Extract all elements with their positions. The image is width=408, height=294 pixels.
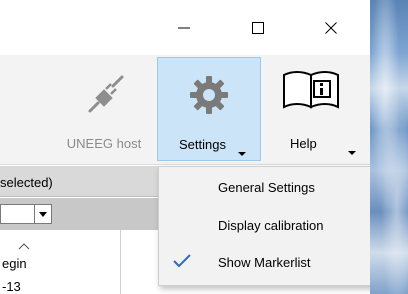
menu-item-label: Show Markerlist bbox=[218, 255, 311, 270]
maximize-icon bbox=[252, 22, 264, 34]
sort-ascending-icon bbox=[18, 243, 30, 250]
uneeg-host-button[interactable]: UNEEG host bbox=[54, 57, 154, 161]
close-button[interactable] bbox=[309, 8, 353, 48]
help-button[interactable]: Help bbox=[268, 57, 368, 161]
panel-header: selected) bbox=[0, 166, 165, 197]
menu-item-label: General Settings bbox=[218, 180, 315, 195]
settings-dropdown-arrow bbox=[238, 152, 246, 156]
settings-label: Settings bbox=[179, 137, 226, 152]
combobox-dropdown-button[interactable] bbox=[34, 205, 51, 223]
title-bar bbox=[0, 0, 370, 55]
chevron-down-icon bbox=[39, 211, 47, 217]
minimize-button[interactable] bbox=[162, 8, 206, 48]
gear-icon bbox=[190, 76, 228, 114]
column-divider[interactable] bbox=[120, 230, 121, 294]
menu-item-general-settings[interactable]: General Settings bbox=[159, 169, 370, 205]
filter-combobox[interactable] bbox=[0, 204, 52, 224]
begin-column-header[interactable]: egin bbox=[2, 256, 27, 271]
minimize-icon bbox=[178, 27, 190, 29]
desktop-background bbox=[370, 0, 408, 294]
settings-dropdown-menu: General Settings Display calibration Sho… bbox=[158, 166, 370, 286]
list-cell: -13 bbox=[2, 279, 21, 294]
menu-item-label: Display calibration bbox=[218, 218, 324, 233]
settings-button[interactable]: Settings bbox=[157, 57, 261, 161]
panel-header-text: selected) bbox=[0, 175, 53, 190]
help-dropdown-arrow bbox=[348, 151, 356, 155]
close-icon bbox=[325, 22, 337, 34]
menu-item-display-calibration[interactable]: Display calibration bbox=[159, 207, 370, 243]
maximize-button[interactable] bbox=[236, 8, 280, 48]
unplugged-icon bbox=[88, 75, 124, 113]
menu-item-show-markerlist[interactable]: Show Markerlist bbox=[159, 244, 370, 280]
checkmark-icon bbox=[173, 254, 191, 268]
ribbon-toolbar: UNEEG host Settings Help bbox=[0, 55, 370, 165]
application-window: UNEEG host Settings Help selected) egin … bbox=[0, 0, 370, 294]
uneeg-host-label: UNEEG host bbox=[66, 136, 142, 151]
filter-row bbox=[0, 198, 165, 230]
book-info-icon bbox=[283, 71, 339, 109]
help-label: Help bbox=[290, 136, 317, 151]
